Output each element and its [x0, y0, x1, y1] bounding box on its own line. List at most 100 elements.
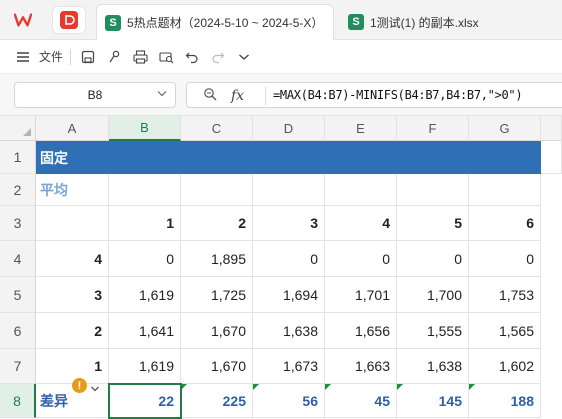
chevron-down-icon[interactable] [157, 89, 167, 100]
row-header-1[interactable]: 1 [0, 141, 36, 174]
header-cell[interactable]: 2 [181, 206, 253, 241]
wps-logo-icon [14, 11, 32, 29]
data-cell[interactable]: 1,555 [397, 313, 469, 349]
docer-button[interactable] [52, 6, 86, 34]
data-cell[interactable]: 0 [325, 241, 397, 277]
data-cell[interactable]: 0 [469, 241, 541, 277]
select-all-corner[interactable] [0, 116, 36, 141]
column-header-d[interactable]: D [253, 116, 325, 141]
column-header-a[interactable]: A [36, 116, 109, 141]
data-cell[interactable]: 1,753 [469, 277, 541, 313]
data-cell[interactable]: 1,663 [325, 349, 397, 384]
cell[interactable] [325, 174, 397, 206]
cell[interactable] [181, 174, 253, 206]
undo-icon[interactable] [179, 44, 205, 70]
data-cell[interactable]: 1,725 [181, 277, 253, 313]
insert-function-button[interactable]: fx [231, 88, 244, 104]
diff-cell[interactable]: 188 [469, 384, 541, 418]
row-header-3[interactable]: 3 [0, 206, 36, 241]
data-cell[interactable]: 1,619 [109, 277, 181, 313]
column-header-e[interactable]: E [325, 116, 397, 141]
file-menu-button[interactable]: 文件 [36, 44, 66, 70]
column-header-c[interactable]: C [181, 116, 253, 141]
column-header-h[interactable] [541, 116, 562, 141]
column-header-f[interactable]: F [397, 116, 469, 141]
share-icon[interactable] [101, 44, 127, 70]
error-flag-icon [397, 384, 403, 390]
diff-cell[interactable]: 56 [253, 384, 325, 418]
spreadsheet-grid: A B C D E F G 1 2 3 4 5 6 7 8 固定 平均 1 2 … [0, 116, 562, 419]
zoom-icon[interactable] [203, 87, 217, 104]
tab-hot-topics[interactable]: S 5热点题材（2024-5-10 ~ 2024-5-X） [96, 4, 334, 40]
wps-home-button[interactable] [6, 6, 40, 34]
cell[interactable] [36, 206, 109, 241]
data-cell[interactable]: 1,641 [109, 313, 181, 349]
diff-cell[interactable]: 45 [325, 384, 397, 418]
docer-icon [60, 11, 78, 29]
data-cell[interactable]: 1,701 [325, 277, 397, 313]
row-label-cell[interactable]: 1 [36, 349, 109, 384]
row-label-cell[interactable]: 2 [36, 313, 109, 349]
title-tab-bar: S 5热点题材（2024-5-10 ~ 2024-5-X） S 1测试(1) 的… [0, 0, 562, 40]
data-cell[interactable]: 1,700 [397, 277, 469, 313]
row-label-cell[interactable]: 4 [36, 241, 109, 277]
row-header-6[interactable]: 6 [0, 313, 36, 349]
cell[interactable] [541, 141, 562, 174]
diff-label: 差异 [40, 392, 68, 409]
data-cell[interactable]: 1,602 [469, 349, 541, 384]
row-header-7[interactable]: 7 [0, 349, 36, 384]
formula-text[interactable]: =MAX(B4:B7)-MINIFS(B4:B7,B4:B7,">0") [273, 88, 523, 102]
data-cell[interactable]: 0 [109, 241, 181, 277]
tab-label: 1测试(1) 的副本.xlsx [370, 15, 479, 30]
print-icon[interactable] [127, 44, 153, 70]
formula-input[interactable]: fx =MAX(B4:B7)-MINIFS(B4:B7,B4:B7,">0") [186, 82, 562, 108]
header-cell[interactable]: 6 [469, 206, 541, 241]
menu-icon[interactable] [14, 44, 32, 70]
data-cell[interactable]: 1,638 [253, 313, 325, 349]
data-cell[interactable]: 1,638 [397, 349, 469, 384]
cell[interactable] [469, 174, 541, 206]
data-cell[interactable]: 1,895 [181, 241, 253, 277]
row-header-4[interactable]: 4 [0, 241, 36, 277]
data-cell[interactable]: 0 [253, 241, 325, 277]
data-cell[interactable]: 1,619 [109, 349, 181, 384]
column-header-g[interactable]: G [469, 116, 541, 141]
title-cell[interactable]: 固定 [36, 141, 541, 174]
diff-value: 188 [510, 392, 534, 409]
row-header-5[interactable]: 5 [0, 277, 36, 313]
avg-label-cell[interactable]: 平均 [36, 174, 109, 206]
row-header-8[interactable]: 8 [0, 384, 36, 418]
tab-test-copy[interactable]: S 1测试(1) 的副本.xlsx [340, 4, 562, 40]
error-flag-icon [325, 384, 331, 390]
tab-label: 5热点题材（2024-5-10 ~ 2024-5-X） [127, 16, 324, 30]
warning-icon[interactable]: ! [72, 378, 87, 393]
diff-cell[interactable]: 225 [181, 384, 253, 418]
cell[interactable] [397, 174, 469, 206]
data-cell[interactable]: 1,670 [181, 349, 253, 384]
header-cell[interactable]: 5 [397, 206, 469, 241]
chevron-down-icon[interactable] [90, 380, 102, 392]
header-cell[interactable]: 4 [325, 206, 397, 241]
diff-value: 145 [438, 392, 462, 409]
row-header-2[interactable]: 2 [0, 174, 36, 206]
cell[interactable] [109, 174, 181, 206]
data-cell[interactable]: 1,694 [253, 277, 325, 313]
diff-cell[interactable]: 145 [397, 384, 469, 418]
sheet-title: 固定 [40, 149, 68, 166]
chevron-down-icon[interactable] [231, 44, 257, 70]
print-preview-icon[interactable] [153, 44, 179, 70]
column-header-b[interactable]: B [109, 116, 181, 141]
data-cell[interactable]: 1,656 [325, 313, 397, 349]
header-cell[interactable]: 1 [109, 206, 181, 241]
name-box[interactable]: B8 [14, 82, 176, 108]
header-cell[interactable]: 3 [253, 206, 325, 241]
row-label-cell[interactable]: 3 [36, 277, 109, 313]
save-icon[interactable] [75, 44, 101, 70]
toolbar-divider [70, 48, 71, 65]
data-cell[interactable]: 1,670 [181, 313, 253, 349]
data-cell[interactable]: 0 [397, 241, 469, 277]
data-cell[interactable]: 1,565 [469, 313, 541, 349]
cell[interactable] [253, 174, 325, 206]
data-cell[interactable]: 1,673 [253, 349, 325, 384]
redo-icon[interactable] [205, 44, 231, 70]
